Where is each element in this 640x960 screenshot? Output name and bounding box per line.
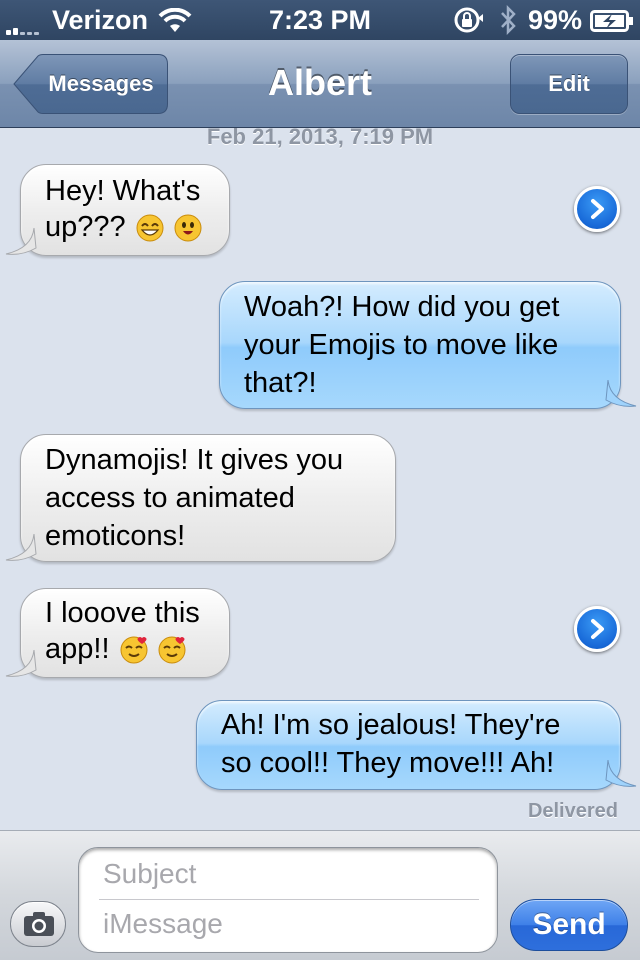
message-line: I looove this [45,597,200,629]
grinning-face-icon [136,214,164,242]
compose-divider [99,899,479,900]
chevron-right-icon [591,199,604,219]
message-line: that?! [244,367,317,399]
message-line: so cool!! They move!!! Ah! [221,747,555,779]
message-line: Woah?! How did you get [244,291,560,323]
navigation-bar: Messages Albert Edit [0,40,640,128]
message-line: emoticons! [45,520,186,552]
delivered-status: Delivered [527,800,618,822]
outgoing-message-bubble[interactable]: Woah?! How did you get your Emojis to mo… [219,281,621,409]
message-line: app!! [45,633,110,665]
compose-field [78,847,498,953]
disclosure-arrow-button[interactable] [574,186,620,232]
message-line: Dynamojis! It gives you [45,444,344,476]
back-button-label: Messages [48,71,154,96]
camera-button[interactable] [10,901,66,947]
send-button[interactable]: Send [510,899,628,951]
incoming-message-bubble[interactable]: I looove this app!! [20,588,230,678]
battery-percent: 99% [528,5,583,35]
imessage-input[interactable] [103,904,479,944]
bubble-tail [605,759,637,787]
message-line: up??? [45,211,126,243]
incoming-message-bubble[interactable]: Dynamojis! It gives you access to animat… [20,434,396,562]
message-line: Hey! What's [45,175,201,207]
subject-input[interactable] [103,854,479,894]
bubble-tail [5,533,37,561]
disclosure-arrow-button[interactable] [574,606,620,652]
outgoing-message-bubble[interactable]: Ah! I'm so jealous! They're so cool!! Th… [196,700,621,790]
message-line-with-emoji: up??? [45,209,205,245]
camera-icon [24,912,54,936]
bubble-tail [5,227,37,255]
message-timestamp: Feb 21, 2013, 7:19 PM [206,124,434,149]
message-line: Ah! I'm so jealous! They're [221,709,561,741]
bubble-tail [605,379,637,407]
compose-bar: Send [0,830,640,960]
battery-charging-icon [590,10,633,32]
message-line-with-emoji: app!! [45,631,205,667]
message-line: your Emojis to move like [244,329,559,361]
rotation-lock-icon [454,7,483,33]
message-line: access to animated [45,482,295,514]
chevron-right-icon [591,619,604,639]
edit-button[interactable]: Edit [510,54,628,114]
surprised-face-icon [174,214,202,242]
heart-kiss-face-icon [120,636,148,664]
status-bar: Verizon 7:23 PM 99% [0,0,640,40]
bubble-tail [5,649,37,677]
heart-kiss-face-icon [158,636,186,664]
messages-back-button[interactable]: Messages [12,54,168,114]
bluetooth-icon [501,5,516,35]
incoming-message-bubble[interactable]: Hey! What's up??? [20,164,230,256]
